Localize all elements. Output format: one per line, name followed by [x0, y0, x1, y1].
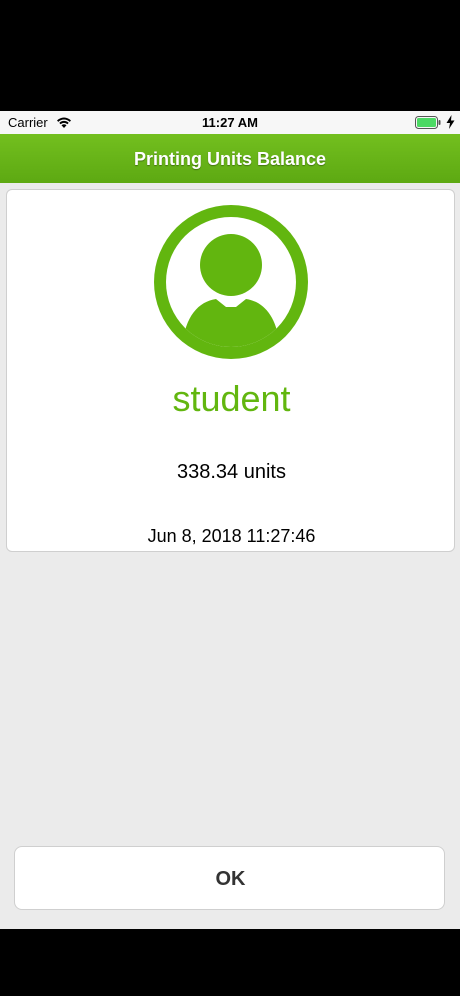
- page-title: Printing Units Balance: [133, 149, 327, 169]
- units-balance: 338.34 units: [177, 461, 286, 483]
- app-screen: Carrier 11:27 AM Printing Units Balance: [0, 111, 460, 929]
- user-avatar-icon: [154, 205, 308, 359]
- ok-button-label: OK: [215, 868, 246, 890]
- status-time: 11:27 AM: [202, 115, 258, 130]
- balance-timestamp: Jun 8, 2018 11:27:46: [147, 526, 316, 546]
- ok-button[interactable]: OK: [14, 846, 445, 910]
- letterbox-bottom: [0, 929, 460, 996]
- balance-card: student 338.34 units Jun 8, 2018 11:27:4…: [6, 189, 455, 552]
- battery-icon: [415, 116, 441, 129]
- username: student: [172, 378, 291, 419]
- charging-bolt-icon: [446, 115, 455, 129]
- letterbox-top: [0, 0, 460, 111]
- nav-bar: Printing Units Balance: [0, 134, 460, 183]
- status-bar: Carrier 11:27 AM: [0, 111, 460, 134]
